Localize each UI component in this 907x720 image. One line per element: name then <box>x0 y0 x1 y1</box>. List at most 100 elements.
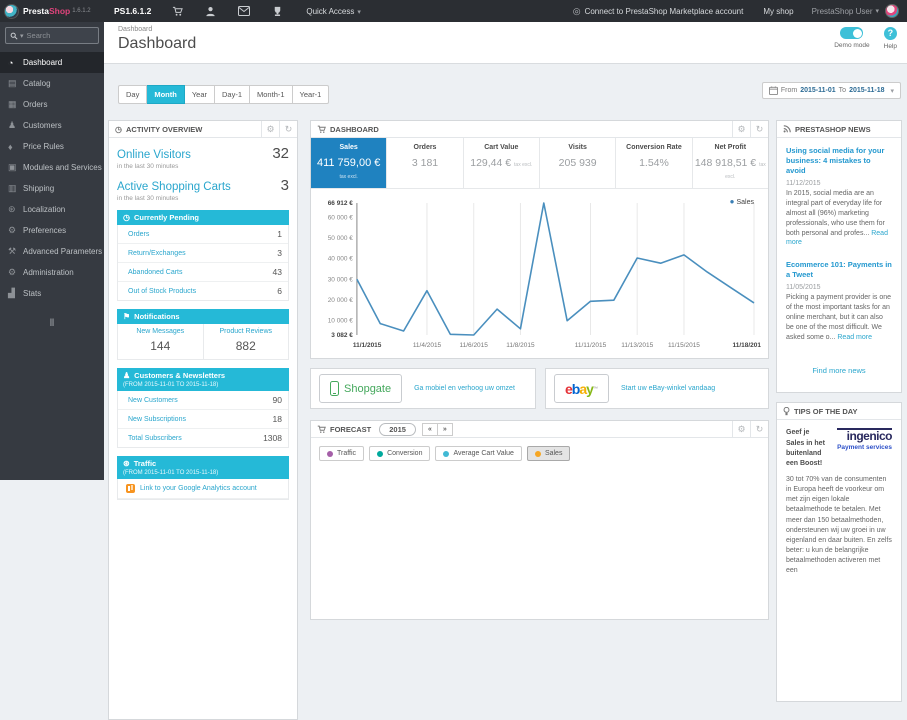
new-messages-cell[interactable]: New Messages144 <box>118 324 203 359</box>
toggle-conversion-button[interactable]: Conversion <box>369 446 430 461</box>
shop-name[interactable]: PS1.6.1.2 <box>104 6 161 16</box>
sidebar-search[interactable]: ▾ <box>5 27 99 44</box>
article-date: 11/05/2015 <box>786 284 892 291</box>
svg-text:11/15/2015: 11/15/2015 <box>668 342 700 349</box>
user-menu[interactable]: PrestaShop User ▾ <box>804 4 907 18</box>
panel-refresh-button[interactable]: ↻ <box>279 121 297 138</box>
kpi-visits-tab[interactable]: Visits205 939 <box>539 138 615 188</box>
employee-icon[interactable] <box>194 0 227 22</box>
ebay-link[interactable]: Start uw eBay-winkel vandaag <box>621 385 715 392</box>
toggle-avg-cart-value-button[interactable]: Average Cart Value <box>435 446 521 461</box>
cart-icon <box>317 125 326 134</box>
localization-icon: ⊛ <box>8 204 23 215</box>
shopgate-ad[interactable]: Shopgate Ga mobiel en verhoog uw omzet <box>310 368 536 409</box>
google-analytics-link[interactable]: Link to your Google Analytics account <box>118 479 288 499</box>
sidebar-item-shipping[interactable]: ▥Shipping <box>0 178 104 199</box>
sidebar-item-preferences[interactable]: ⚙Preferences <box>0 220 104 241</box>
sidebar-item-stats[interactable]: ▟Stats <box>0 283 104 304</box>
panel-settings-button[interactable]: ⚙ <box>732 421 750 438</box>
cart-icon[interactable] <box>161 0 194 22</box>
sidebar-item-dashboard[interactable]: ◔Dashboard <box>0 52 104 73</box>
active-carts-link[interactable]: Active Shopping Carts <box>117 181 231 193</box>
user-avatar <box>885 4 899 18</box>
sidebar-item-customers[interactable]: ♟Customers <box>0 115 104 136</box>
kpi-cart-value-tab[interactable]: Cart Value129,44 € tax excl. <box>463 138 539 188</box>
kpi-orders-tab[interactable]: Orders3 181 <box>386 138 462 188</box>
sidebar-item-localization[interactable]: ⊛Localization <box>0 199 104 220</box>
sidebar-item-price-rules[interactable]: ♦Price Rules <box>0 136 104 157</box>
trophy-icon[interactable] <box>261 0 294 22</box>
my-shop-link[interactable]: My shop <box>753 7 803 16</box>
range-day-button[interactable]: Day <box>118 85 147 104</box>
online-visitors-link[interactable]: Online Visitors <box>117 149 191 161</box>
help-control[interactable]: ? Help <box>884 27 897 50</box>
ebay-ad[interactable]: ebay ™ Start uw eBay-winkel vandaag <box>545 368 769 409</box>
article-title-link[interactable]: Ecommerce 101: Payments in a Tweet <box>786 260 892 280</box>
abandoned-carts-row[interactable]: Abandoned Carts43 <box>118 263 288 282</box>
svg-text:10 000 €: 10 000 € <box>328 318 354 325</box>
toggle-sales-button[interactable]: Sales <box>527 446 571 461</box>
demo-mode-control[interactable]: Demo mode <box>834 27 869 50</box>
tip-heading: Geef je Sales in het buitenland een Boos… <box>786 428 828 469</box>
svg-text:66 912 €: 66 912 € <box>328 200 354 207</box>
forecast-prev-button[interactable]: « <box>422 423 438 436</box>
price-rules-icon: ♦ <box>8 142 23 152</box>
kpi-net-profit-tab[interactable]: Net Profit148 918,51 € tax excl. <box>692 138 768 188</box>
date-range-picker[interactable]: From2015-11-01 To2015-11-18 ▾ <box>762 82 901 99</box>
search-input[interactable] <box>27 31 85 40</box>
chart-legend[interactable]: ●Sales <box>730 197 754 206</box>
new-customers-row[interactable]: New Customers90 <box>118 391 288 410</box>
article-title-link[interactable]: Using social media for your business: 4 … <box>786 146 892 176</box>
sidebar-collapse-button[interactable]: ‖ <box>0 318 104 329</box>
panel-settings-button[interactable]: ⚙ <box>732 121 750 138</box>
range-month-button[interactable]: Month <box>147 85 185 104</box>
toolbar: Day Month Year Day-1 Month-1 Year-1 From… <box>104 64 907 114</box>
shopgate-link[interactable]: Ga mobiel en verhoog uw omzet <box>414 385 515 392</box>
sidebar-item-modules[interactable]: ▣Modules and Services <box>0 157 104 178</box>
quick-access-menu[interactable]: Quick Access▾ <box>294 7 373 16</box>
product-reviews-cell[interactable]: Product Reviews882 <box>203 324 289 359</box>
pending-orders-row[interactable]: Orders1 <box>118 225 288 244</box>
toggle-traffic-button[interactable]: Traffic <box>319 446 364 461</box>
out-of-stock-row[interactable]: Out of Stock Products6 <box>118 282 288 300</box>
forecast-metric-toggles: Traffic Conversion Average Cart Value Sa… <box>311 438 768 469</box>
breadcrumb[interactable]: Dashboard <box>118 26 152 33</box>
pending-returns-row[interactable]: Return/Exchanges3 <box>118 244 288 263</box>
chevron-down-icon: ▾ <box>890 87 894 95</box>
sidebar-item-catalog[interactable]: ▤Catalog <box>0 73 104 94</box>
range-year-1-button[interactable]: Year-1 <box>293 85 330 104</box>
demo-mode-toggle[interactable] <box>840 27 863 39</box>
panel-settings-button[interactable]: ⚙ <box>261 121 279 138</box>
new-subscriptions-row[interactable]: New Subscriptions18 <box>118 410 288 429</box>
kpi-sales-tab[interactable]: Sales411 759,00 € tax excl. <box>311 138 386 188</box>
svg-text:11/8/2015: 11/8/2015 <box>506 342 535 349</box>
preferences-icon: ⚙ <box>8 225 23 236</box>
help-icon[interactable]: ? <box>884 27 897 40</box>
panel-refresh-button[interactable]: ↻ <box>750 121 768 138</box>
sidebar-item-orders[interactable]: ▦Orders <box>0 94 104 115</box>
sales-chart: ●Sales 66 912 €60 000 €50 000 €40 000 €3… <box>311 189 768 358</box>
sidebar-item-advanced-parameters[interactable]: ⚒Advanced Parameters <box>0 241 104 262</box>
svg-text:60 000 €: 60 000 € <box>328 214 354 221</box>
top-bar: PrestaShop 1.6.1.2 PS1.6.1.2 Quick Acces… <box>0 0 907 22</box>
range-month-1-button[interactable]: Month-1 <box>250 85 293 104</box>
forecast-next-button[interactable]: » <box>438 423 453 436</box>
range-year-button[interactable]: Year <box>185 85 215 104</box>
find-more-news-link[interactable]: Find more news <box>812 366 865 375</box>
search-scope-caret-icon[interactable]: ▾ <box>20 32 24 40</box>
messages-icon[interactable] <box>227 0 261 22</box>
kpi-conversion-tab[interactable]: Conversion Rate1.54% <box>615 138 691 188</box>
prestashop-logo[interactable]: PrestaShop 1.6.1.2 <box>0 4 104 19</box>
marketplace-connect-link[interactable]: ◎Connect to PrestaShop Marketplace accou… <box>563 6 754 17</box>
read-more-link[interactable]: Read more <box>837 334 872 341</box>
total-subscribers-row[interactable]: Total Subscribers1308 <box>118 429 288 447</box>
calendar-icon <box>769 86 778 95</box>
administration-icon: ⚙ <box>8 267 23 278</box>
customers-section-daterange: (FROM 2015-11-01 TO 2015-11-18) <box>117 382 289 391</box>
range-day-1-button[interactable]: Day-1 <box>215 85 250 104</box>
panel-refresh-button[interactable]: ↻ <box>750 421 768 438</box>
sidebar-item-administration[interactable]: ⚙Administration <box>0 262 104 283</box>
svg-text:11/1/2015: 11/1/2015 <box>353 342 382 349</box>
forecast-year: 2015 <box>379 423 416 436</box>
article-date: 11/12/2015 <box>786 180 892 187</box>
